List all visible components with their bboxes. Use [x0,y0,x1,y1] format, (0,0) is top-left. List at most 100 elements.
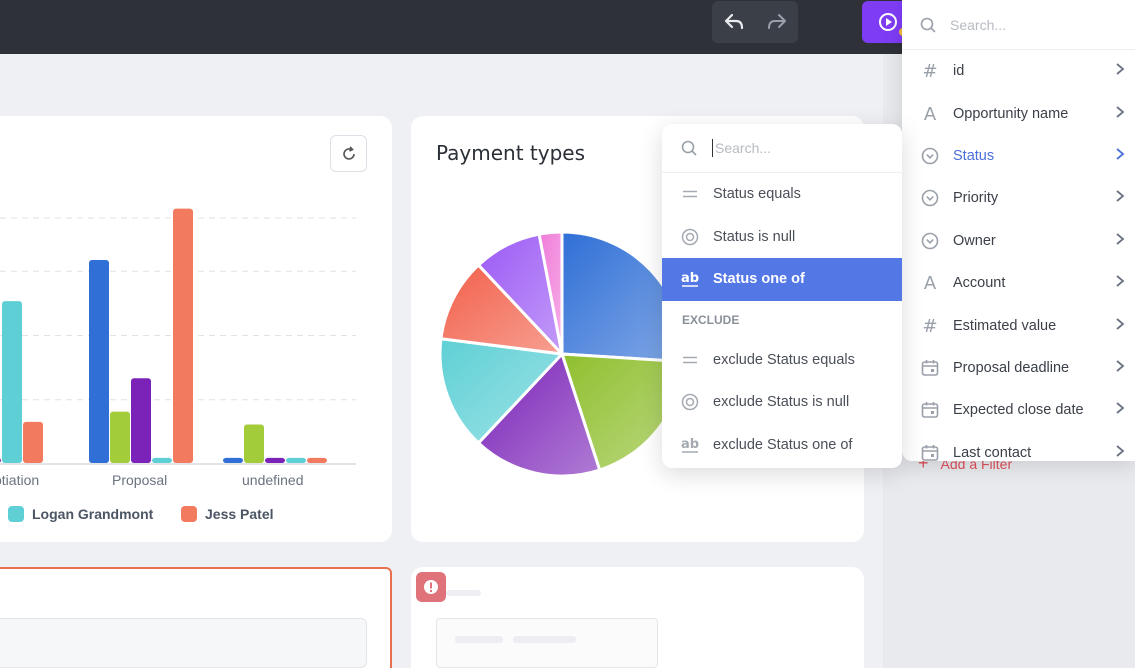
text-icon: A [920,104,940,124]
calendar-icon [920,400,940,420]
field-item-label: Owner [953,232,996,249]
chevron-right-icon [1115,105,1125,123]
field-item-estimated-value[interactable]: # Estimated value [902,304,1135,346]
skeleton-line [513,636,576,643]
tick-label: Proposal [112,472,168,488]
operator-dropdown: Search... Status equals Status is null ab S… [662,124,902,468]
chart-title: Payment types [436,141,586,165]
operator-option-label: exclude Status one of [713,436,853,453]
redo-icon [767,14,786,29]
ab-icon: ab [681,270,699,288]
field-item-account[interactable]: A Account [902,262,1135,304]
field-item-opportunity-name[interactable]: A Opportunity name [902,92,1135,134]
equals-icon [681,351,699,369]
field-item-label: Proposal deadline [953,359,1070,376]
field-dropdown: Search... # id A Opportunity name Status Prio… [902,0,1135,461]
bar[interactable] [2,301,22,463]
svg-text:A: A [924,104,937,124]
field-item-last-contact[interactable]: Last contact [902,432,1135,461]
field-item-id[interactable]: # id [902,50,1135,92]
bar[interactable] [173,208,193,463]
bar[interactable] [89,259,109,463]
undo-icon [724,13,743,30]
operator-option-label: Status equals [713,186,801,203]
operator-option[interactable]: exclude Status is null [662,381,902,424]
undo-redo-group [712,1,798,43]
chevron-right-icon [1115,317,1125,335]
text-cursor [712,139,713,157]
chevron-right-icon [1115,232,1125,250]
play-circle-icon [879,13,897,31]
search-icon [681,140,697,156]
calendar-icon [920,443,940,461]
legend-label: Jess Patel [205,506,274,522]
bar[interactable] [307,457,327,463]
null-icon [681,228,699,246]
operator-option[interactable]: ab Status one of [662,258,902,301]
field-item-label: id [953,63,965,80]
skeleton-line [455,636,503,643]
operator-option[interactable]: Status equals [662,173,902,216]
field-item-label: Priority [953,190,999,207]
field-item-proposal-deadline[interactable]: Proposal deadline [902,347,1135,389]
tick-label: undefined [242,472,304,488]
operator-search[interactable]: Search... [662,124,902,173]
select-icon [920,146,940,166]
field-item-label: Status [953,147,995,164]
field-item-label: Opportunity name [953,105,1069,122]
bar[interactable] [265,457,285,463]
operator-option-label: Status is null [713,228,796,245]
warning-icon[interactable] [416,572,446,602]
svg-text:#: # [922,316,937,336]
select-icon [920,188,940,208]
legend-item: Jess Patel [181,506,274,522]
bar[interactable] [223,457,243,463]
chevron-right-icon [1115,401,1125,419]
chevron-right-icon [1115,147,1125,165]
skeleton-box [436,618,658,668]
field-item-owner[interactable]: Owner [902,220,1135,262]
search-placeholder: Search... [715,140,772,156]
bar[interactable] [23,421,43,463]
bar-chart [0,208,356,465]
operator-option-label: Status one of [713,271,805,288]
legend-swatch [8,506,24,522]
field-item-expected-close-date[interactable]: Expected close date [902,389,1135,431]
legend-label: Logan Grandmont [32,506,154,522]
equals-icon [681,185,699,203]
field-item-label: Expected close date [953,402,1084,419]
field-item-label: Estimated value [953,317,1057,334]
redo-button[interactable] [755,1,798,43]
field-item-status[interactable]: Status [902,135,1135,177]
legend-swatch [181,506,197,522]
bar[interactable] [244,424,264,463]
bar[interactable] [286,457,306,463]
field-item-label: Last contact [953,444,1032,461]
svg-text:A: A [924,273,937,293]
bar[interactable] [0,458,1,463]
bar[interactable] [131,378,151,463]
legend-item: Logan Grandmont [8,506,153,522]
operator-option-label: exclude Status is null [713,394,850,411]
select-icon [920,231,940,251]
refresh-button[interactable] [330,135,367,172]
ab-icon: ab [681,436,699,454]
field-search[interactable]: Search... [902,0,1135,50]
field-item-priority[interactable]: Priority [902,177,1135,219]
operator-option-label: exclude Status equals [713,351,855,368]
svg-text:ab: ab [681,271,699,286]
search-placeholder: Search... [950,16,1007,33]
exclude-section-header: EXCLUDE [682,312,740,327]
operator-option[interactable]: ab exclude Status one of [662,424,902,467]
hash-icon: # [920,61,940,81]
svg-text:ab: ab [681,437,699,452]
bar[interactable] [152,457,172,463]
calendar-icon [920,358,940,378]
field-item-label: Account [953,275,1006,292]
operator-option[interactable]: Status is null [662,216,902,259]
undo-button[interactable] [712,1,755,43]
bar[interactable] [110,411,130,463]
operator-option[interactable]: exclude Status equals [662,339,902,382]
chevron-right-icon [1115,444,1125,461]
chevron-right-icon [1115,62,1125,80]
